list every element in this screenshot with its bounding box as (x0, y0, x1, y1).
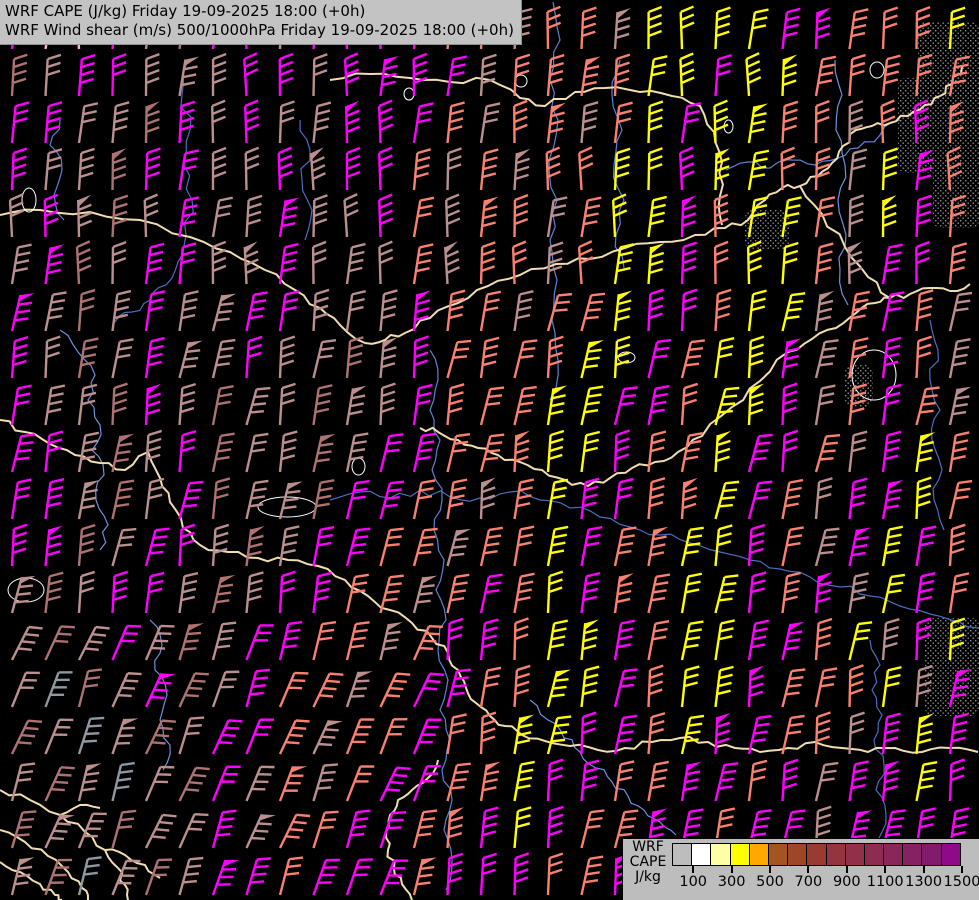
legend-swatch (902, 843, 923, 866)
weather-map-canvas: WRF CAPE (J/kg) Friday 19-09-2025 18:00 … (0, 0, 979, 900)
legend-tick (807, 866, 810, 873)
legend-swatch (921, 843, 942, 866)
legend-swatch (672, 843, 693, 866)
legend-tick-label: 100 (679, 874, 708, 890)
legend-tick (845, 866, 848, 873)
legend-swatch (748, 843, 769, 866)
legend-tick (730, 866, 733, 873)
legend-swatch (940, 843, 961, 866)
legend-tick (692, 866, 695, 873)
legend-tick-label: 1100 (866, 874, 904, 890)
legend-swatch (883, 843, 904, 866)
forecast-title-shear: WRF Wind shear (m/s) 500/1000hPa Friday … (5, 21, 514, 39)
legend-swatch (710, 843, 731, 866)
forecast-title-box: WRF CAPE (J/kg) Friday 19-09-2025 18:00 … (0, 0, 522, 45)
legend-tick (884, 866, 887, 873)
legend-swatch (787, 843, 808, 866)
legend-tick-label: 500 (756, 874, 784, 890)
legend-swatch (691, 843, 712, 866)
cape-contours (7, 61, 897, 603)
forecast-title-cape: WRF CAPE (J/kg) Friday 19-09-2025 18:00 … (5, 2, 366, 20)
legend-swatch (825, 843, 846, 866)
weather-map-layer (0, 1, 979, 900)
legend-variable-label: CAPE (629, 854, 667, 870)
legend-tick-label: 900 (832, 874, 861, 890)
legend-tick (961, 866, 963, 873)
legend-tick-label: 700 (794, 874, 823, 890)
legend-tick (922, 866, 925, 873)
legend-labels: WRF CAPE J/kg (625, 840, 671, 885)
legend-model-label: WRF (632, 839, 664, 855)
legend-tick-label: 300 (717, 874, 746, 890)
legend-units-label: J/kg (635, 869, 661, 885)
legend-swatch (806, 843, 827, 866)
legend-swatch (729, 843, 750, 866)
legend-colorbar (672, 843, 961, 866)
legend-swatch (863, 843, 885, 866)
cape-legend: WRF CAPE J/kg 100 300 500 700 900 1100 1300 150… (622, 838, 979, 900)
legend-swatch (767, 843, 789, 866)
legend-tick-label: 1500 (943, 874, 979, 890)
legend-tick (769, 866, 771, 873)
legend-tick-label: 1300 (905, 874, 943, 890)
legend-swatch (844, 843, 865, 866)
